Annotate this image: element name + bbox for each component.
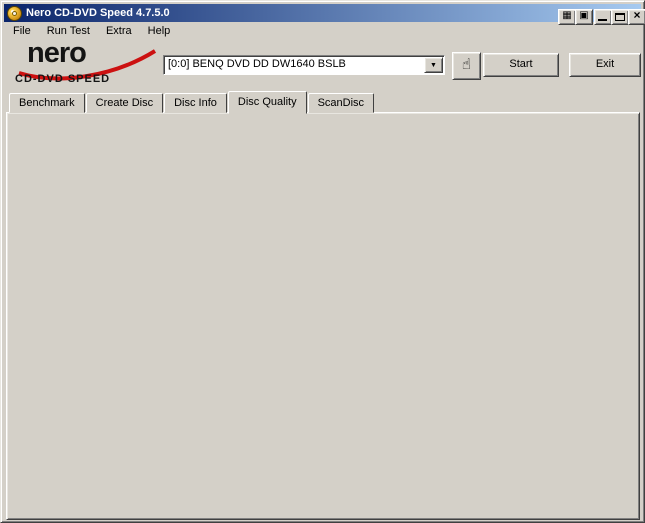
menu-help[interactable]: Help [140,22,179,41]
menu-extra[interactable]: Extra [98,22,140,41]
select-pointer-button[interactable]: ☝ [452,52,481,80]
maximize-icon [615,13,625,21]
tab-benchmark[interactable]: Benchmark [9,93,85,113]
tab-content-panel [6,112,640,520]
minimize-icon [598,19,607,21]
panel-icon: ▣ [579,10,589,21]
app-icon [7,5,22,21]
close-icon: × [633,8,641,22]
nero-logo: nero CD-DVD SPEED [13,37,163,89]
nero-logo-subtext: CD-DVD SPEED [15,73,111,85]
exit-button[interactable]: Exit [569,53,641,77]
hand-icon: ☝ [461,56,472,73]
drive-select-value: [0:0] BENQ DVD DD DW1640 BSLB [168,58,346,70]
nero-logo-text: nero [27,37,87,69]
drive-select[interactable]: [0:0] BENQ DVD DD DW1640 BSLB ▼ [163,55,445,75]
window-title: Nero CD-DVD Speed 4.7.5.0 [26,7,170,19]
toolbar: nero CD-DVD SPEED [0:0] BENQ DVD DD DW16… [5,37,641,90]
tab-create-disc[interactable]: Create Disc [85,93,164,113]
tab-disc-quality[interactable]: Disc Quality [227,91,307,114]
menu-bar: File Run Test Extra Help [5,22,640,41]
tab-disc-info[interactable]: Disc Info [164,93,227,113]
title-bar[interactable]: Nero CD-DVD Speed 4.7.5.0 ▦ ▣ × [4,4,645,25]
grid-icon: ▦ [562,10,572,21]
tab-scandisc[interactable]: ScanDisc [307,93,375,113]
app-window: Nero CD-DVD Speed 4.7.5.0 ▦ ▣ × File Run… [0,0,645,523]
tab-bar: Benchmark Create Disc Disc Info Disc Qua… [9,91,375,114]
chevron-down-icon[interactable]: ▼ [424,57,443,73]
start-button[interactable]: Start [483,53,559,77]
